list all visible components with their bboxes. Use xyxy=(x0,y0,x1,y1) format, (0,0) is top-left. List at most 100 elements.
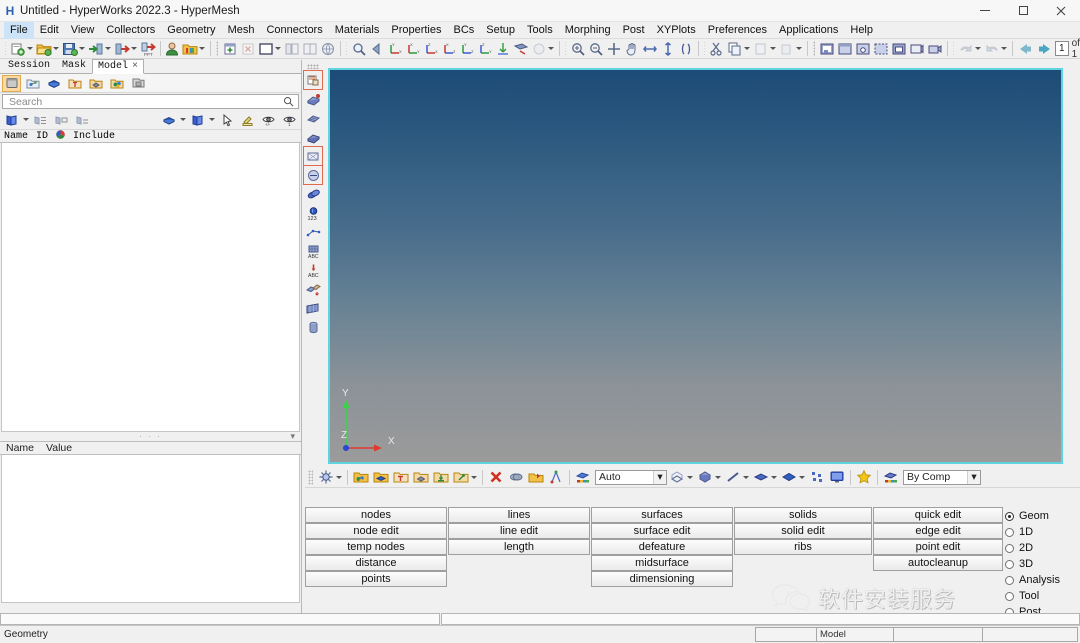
shrink-elements-icon[interactable] xyxy=(507,468,525,486)
toolbar-grip-3[interactable] xyxy=(345,41,347,56)
export-dropdown-icon[interactable] xyxy=(131,47,138,50)
export-icon[interactable] xyxy=(114,40,131,58)
capture-video-icon[interactable] xyxy=(891,40,907,58)
model-tree[interactable] xyxy=(1,143,300,432)
open-model-dropdown-icon[interactable] xyxy=(53,47,60,50)
radio-1d[interactable]: 1D xyxy=(1005,524,1080,540)
node-display-icon[interactable] xyxy=(304,185,322,203)
fit-view-icon[interactable] xyxy=(606,40,622,58)
menu-properties[interactable]: Properties xyxy=(385,22,447,39)
rotate-vertical-icon[interactable] xyxy=(660,40,676,58)
panel-button-ribs[interactable]: ribs xyxy=(734,539,872,555)
model-view-icon[interactable] xyxy=(2,74,21,92)
panel-button-quick-edit[interactable]: quick edit xyxy=(873,507,1003,523)
auto-color-icon[interactable] xyxy=(574,468,592,486)
property-color-icon[interactable] xyxy=(392,468,410,486)
menu-geometry[interactable]: Geometry xyxy=(161,22,221,39)
element-color-icon[interactable] xyxy=(372,468,390,486)
single-window-icon[interactable] xyxy=(258,40,274,58)
redo-dropdown-icon[interactable] xyxy=(1000,47,1007,50)
save-image-icon[interactable] xyxy=(819,40,835,58)
materials-view-icon[interactable] xyxy=(86,75,105,92)
panel-button-solids[interactable]: solids xyxy=(734,507,872,523)
panel-button-point-edit[interactable]: point edit xyxy=(873,539,1003,555)
export-ppt-icon[interactable]: PPT xyxy=(140,40,157,58)
tab-mask[interactable]: Mask xyxy=(56,58,92,73)
panel-button-defeature[interactable]: defeature xyxy=(591,539,733,555)
search-input[interactable] xyxy=(7,94,283,109)
split-window-icon[interactable] xyxy=(284,40,300,58)
maximize-button[interactable] xyxy=(1004,0,1042,22)
menu-view[interactable]: View xyxy=(65,22,101,39)
by-comp-icon[interactable] xyxy=(882,468,900,486)
solid-display-icon[interactable] xyxy=(780,468,798,486)
select-pointer-icon[interactable] xyxy=(217,111,236,128)
panel-button-nodes[interactable]: nodes xyxy=(305,507,447,523)
feature-angle-icon[interactable] xyxy=(527,468,545,486)
component-color-icon[interactable] xyxy=(352,468,370,486)
add-page-icon[interactable] xyxy=(222,40,238,58)
collapse-icon[interactable]: ▾ xyxy=(290,431,295,442)
window-layout-icon[interactable] xyxy=(302,40,318,58)
shaded-mesh-display-icon[interactable] xyxy=(696,468,714,486)
screen-icon[interactable] xyxy=(828,468,846,486)
tab-session[interactable]: Session xyxy=(2,58,56,73)
by-comp-combo[interactable]: By Comp ▾ xyxy=(903,469,981,485)
display-dropdown-caret-icon[interactable] xyxy=(209,118,215,121)
auto-display-combo[interactable]: Auto ▾ xyxy=(595,469,667,485)
capture-window-icon[interactable] xyxy=(837,40,853,58)
surface-dropdown-icon[interactable] xyxy=(771,475,777,479)
menu-preferences[interactable]: Preferences xyxy=(702,22,773,39)
expand-all-icon[interactable] xyxy=(52,111,71,128)
window-layout-dropdown-icon[interactable] xyxy=(274,47,281,50)
menu-bcs[interactable]: BCs xyxy=(448,22,481,39)
toolbar-grip-7[interactable] xyxy=(952,41,954,56)
toolbar-grip-5[interactable] xyxy=(704,41,706,56)
browser-search-bar[interactable] xyxy=(2,94,299,109)
clear-display-icon[interactable] xyxy=(487,468,505,486)
line-dropdown-icon[interactable] xyxy=(743,475,749,479)
material-color-icon[interactable] xyxy=(412,468,430,486)
zy-view-icon[interactable]: ZY xyxy=(477,40,493,58)
cylinder-icon[interactable] xyxy=(304,318,322,336)
import-dropdown-icon[interactable] xyxy=(105,47,112,50)
menu-post[interactable]: Post xyxy=(617,22,651,39)
xy-view-icon[interactable]: YX xyxy=(387,40,403,58)
panel-splitter[interactable]: · · · ▾ xyxy=(0,431,301,442)
import-icon[interactable] xyxy=(88,40,104,58)
isolate-icon[interactable] xyxy=(73,111,92,128)
redo-icon[interactable] xyxy=(984,40,1000,58)
elements-display-icon[interactable] xyxy=(304,90,322,108)
reflect-icon[interactable] xyxy=(531,40,547,58)
menu-help[interactable]: Help xyxy=(844,22,879,39)
menu-mesh[interactable]: Mesh xyxy=(222,22,261,39)
radio-2d[interactable]: 2D xyxy=(1005,540,1080,556)
topology-dropdown-icon[interactable] xyxy=(471,475,477,479)
menu-tools[interactable]: Tools xyxy=(521,22,559,39)
flip-normals-icon[interactable] xyxy=(513,40,529,58)
assembly-view-icon[interactable] xyxy=(23,75,42,92)
copy-dropdown-icon[interactable] xyxy=(744,47,751,50)
panel-button-distance[interactable]: distance xyxy=(305,555,447,571)
by-comp-arrow-icon[interactable]: ▾ xyxy=(967,470,980,484)
reflect-dropdown-icon[interactable] xyxy=(547,47,554,50)
cut-icon[interactable] xyxy=(709,40,725,58)
undo-icon[interactable] xyxy=(958,40,974,58)
display-toolbar-grip[interactable] xyxy=(308,469,313,485)
vector-plot-icon[interactable] xyxy=(304,223,322,241)
collapse-all-icon[interactable] xyxy=(31,111,50,128)
mesh-lines-icon[interactable] xyxy=(304,109,322,127)
command-input-left[interactable] xyxy=(0,613,440,625)
tab-model-close-icon[interactable]: × xyxy=(132,61,138,72)
geometry-display-icon[interactable] xyxy=(303,70,323,90)
capture-region-icon[interactable] xyxy=(855,40,871,58)
entity-editor-body[interactable] xyxy=(1,455,300,603)
load-color-icon[interactable] xyxy=(432,468,450,486)
close-button[interactable] xyxy=(1042,0,1080,22)
menu-setup[interactable]: Setup xyxy=(480,22,521,39)
show-all-icon[interactable]: +/- xyxy=(259,111,278,128)
yx-view-icon[interactable]: YZ xyxy=(459,40,475,58)
vertical-toolbar-grip[interactable] xyxy=(307,64,319,69)
shaded-geometry-icon[interactable] xyxy=(303,165,323,185)
toolbar-grip[interactable] xyxy=(5,41,7,56)
